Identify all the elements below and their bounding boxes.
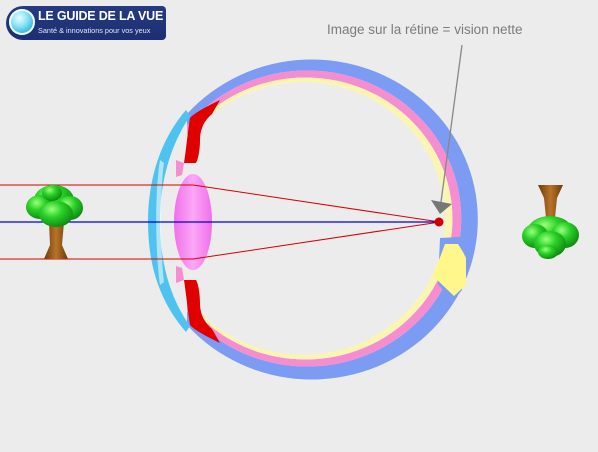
site-logo: LE GUIDE DE LA VUE Santé & innovations p… <box>6 6 166 40</box>
logo-tagline: Santé & innovations pour vos yeux <box>38 26 151 35</box>
focus-point <box>434 217 444 227</box>
logo-title: LE GUIDE DE LA VUE <box>38 9 164 23</box>
eye-drop-icon <box>9 9 35 35</box>
image-tree <box>522 185 579 259</box>
retina-image-caption: Image sur la rétine = vision nette <box>327 22 523 37</box>
eyeball <box>187 59 478 380</box>
diagram-canvas: LE GUIDE DE LA VUE Santé & innovations p… <box>0 0 598 448</box>
eye-diagram <box>0 44 579 380</box>
